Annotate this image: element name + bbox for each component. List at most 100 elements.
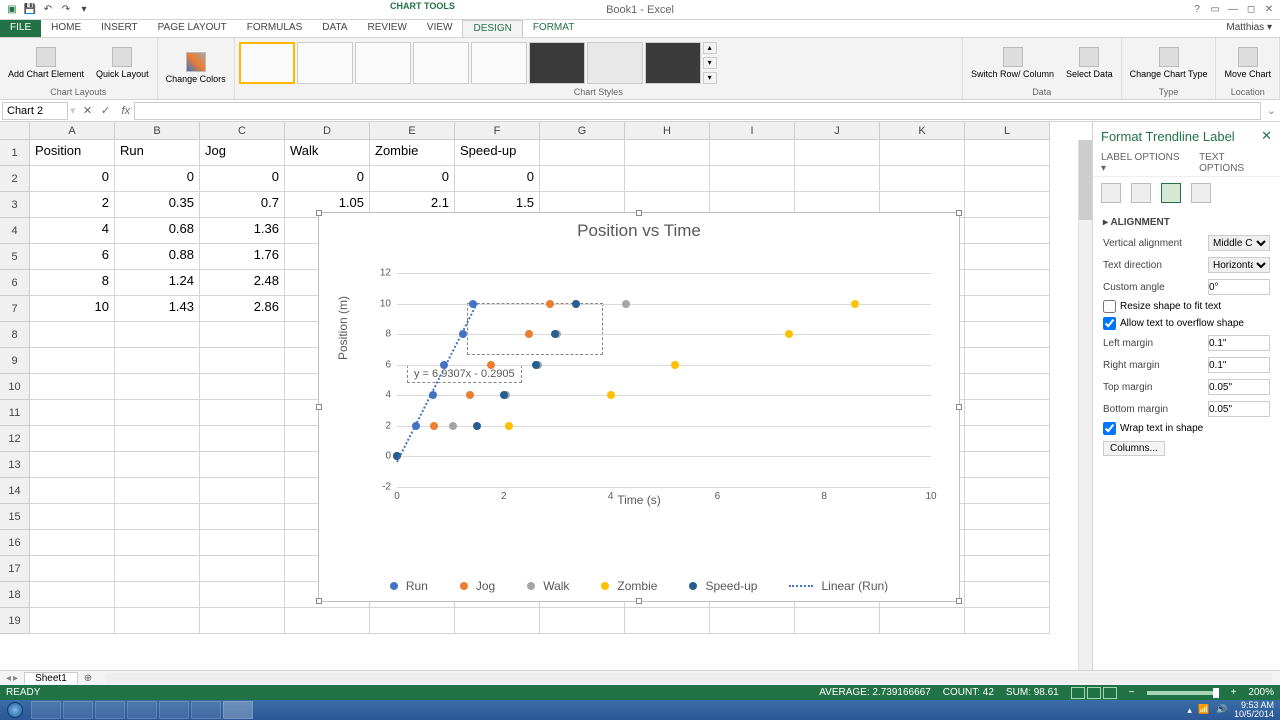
effects-icon[interactable] [1131, 183, 1151, 203]
ribbon-display-options[interactable]: ▭ [1208, 3, 1222, 17]
resize-handle[interactable] [956, 404, 962, 410]
cell[interactable]: 8 [30, 270, 115, 296]
resize-handle[interactable] [636, 210, 642, 216]
alignment-section-header[interactable]: ▸ ALIGNMENT [1103, 213, 1270, 232]
tab-format[interactable]: FORMAT [523, 20, 584, 37]
column-header[interactable]: L [965, 122, 1050, 140]
column-header[interactable]: B [115, 122, 200, 140]
horizontal-scrollbar[interactable] [106, 673, 1272, 683]
cell[interactable] [200, 582, 285, 608]
cell[interactable] [965, 270, 1050, 296]
data-point[interactable] [473, 422, 481, 430]
change-colors-button[interactable]: Change Colors [162, 50, 230, 86]
add-chart-element-button[interactable]: Add Chart Element [4, 45, 88, 81]
data-point[interactable] [500, 391, 508, 399]
tray-network-icon[interactable]: 📶 [1198, 704, 1210, 716]
cell[interactable] [200, 504, 285, 530]
system-tray[interactable]: ▴ 📶 🔊 9:53 AM 10/5/2014 [1187, 701, 1280, 719]
row-header[interactable]: 13 [0, 452, 30, 478]
column-header[interactable]: D [285, 122, 370, 140]
cell[interactable] [30, 608, 115, 634]
tab-data[interactable]: DATA [312, 20, 357, 37]
legend-jog[interactable]: Jog [460, 579, 495, 593]
right-margin-input[interactable] [1208, 357, 1270, 373]
row-header[interactable]: 5 [0, 244, 30, 270]
cell[interactable] [710, 608, 795, 634]
tab-design[interactable]: DESIGN [462, 20, 522, 37]
cell[interactable] [965, 140, 1050, 166]
fx-label[interactable]: fx [122, 105, 131, 117]
cell[interactable]: 2 [30, 192, 115, 218]
expand-formula-bar[interactable]: ⌄ [1263, 104, 1280, 117]
formula-input[interactable] [134, 102, 1261, 120]
page-layout-view-button[interactable] [1087, 687, 1101, 699]
taskbar-excel[interactable] [223, 701, 253, 719]
text-direction-select[interactable]: Horizontal [1208, 257, 1270, 273]
sheet-nav-prev[interactable]: ◂ [6, 673, 11, 684]
gallery-scroll[interactable]: ▴▾▾ [703, 42, 717, 84]
cell[interactable] [965, 426, 1050, 452]
cell[interactable]: 1.24 [115, 270, 200, 296]
cancel-formula-button[interactable]: ✕ [80, 103, 96, 119]
sheet-nav-next[interactable]: ▸ [13, 673, 18, 684]
cell[interactable]: 0 [370, 166, 455, 192]
cell[interactable]: Run [115, 140, 200, 166]
chart-style-8[interactable] [645, 42, 701, 84]
wrap-text-checkbox[interactable] [1103, 422, 1116, 435]
data-point[interactable] [449, 422, 457, 430]
cell[interactable]: 0 [285, 166, 370, 192]
allow-overflow-checkbox[interactable] [1103, 317, 1116, 330]
bottom-margin-input[interactable] [1208, 401, 1270, 417]
tray-volume-icon[interactable]: 🔊 [1216, 704, 1228, 716]
cell[interactable] [115, 478, 200, 504]
qat-customize[interactable]: ▾ [76, 2, 92, 18]
close-button[interactable]: ✕ [1262, 3, 1276, 17]
cell[interactable] [370, 608, 455, 634]
resize-handle[interactable] [636, 598, 642, 604]
cell[interactable]: Speed-up [455, 140, 540, 166]
zoom-level[interactable]: 200% [1248, 687, 1274, 698]
cell[interactable] [115, 400, 200, 426]
cell[interactable] [625, 140, 710, 166]
data-point[interactable] [505, 422, 513, 430]
row-header[interactable]: 2 [0, 166, 30, 192]
cell[interactable] [965, 478, 1050, 504]
cell[interactable]: 0 [455, 166, 540, 192]
tab-view[interactable]: VIEW [417, 20, 463, 37]
data-point[interactable] [622, 300, 630, 308]
cell[interactable] [625, 166, 710, 192]
cell[interactable] [200, 478, 285, 504]
cell[interactable] [965, 192, 1050, 218]
cell[interactable] [115, 426, 200, 452]
column-header[interactable]: H [625, 122, 710, 140]
taskbar-app1[interactable] [127, 701, 157, 719]
cell[interactable] [965, 608, 1050, 634]
cell[interactable] [965, 322, 1050, 348]
cell[interactable]: 4 [30, 218, 115, 244]
cell[interactable] [115, 504, 200, 530]
row-header[interactable]: 10 [0, 374, 30, 400]
account-name[interactable]: Matthias ▾ [1218, 20, 1280, 37]
cell[interactable]: 0 [30, 166, 115, 192]
cell[interactable] [200, 426, 285, 452]
zoom-slider[interactable] [1147, 691, 1219, 695]
resize-handle[interactable] [956, 598, 962, 604]
size-properties-icon[interactable] [1161, 183, 1181, 203]
cell[interactable] [795, 608, 880, 634]
row-header[interactable]: 14 [0, 478, 30, 504]
legend-speedup[interactable]: Speed-up [689, 579, 757, 593]
chart-style-5[interactable] [471, 42, 527, 84]
cell[interactable]: 10 [30, 296, 115, 322]
minimize-button[interactable]: — [1226, 3, 1240, 17]
x-axis-title[interactable]: Time (s) [617, 493, 661, 507]
data-point[interactable] [546, 300, 554, 308]
cell[interactable]: Zombie [370, 140, 455, 166]
cell[interactable] [965, 374, 1050, 400]
row-header[interactable]: 7 [0, 296, 30, 322]
columns-button[interactable]: Columns... [1103, 441, 1165, 456]
row-header[interactable]: 9 [0, 348, 30, 374]
cell[interactable] [115, 322, 200, 348]
row-header[interactable]: 19 [0, 608, 30, 634]
taskbar-chrome[interactable] [63, 701, 93, 719]
cell[interactable]: 0 [200, 166, 285, 192]
